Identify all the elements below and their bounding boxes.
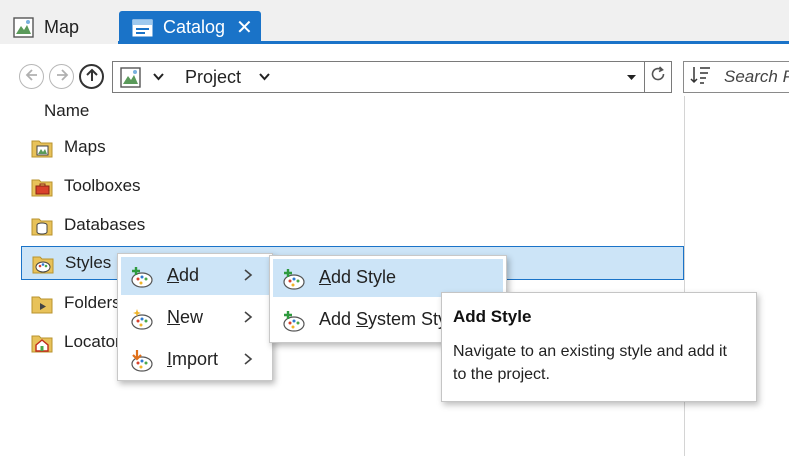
tree-item-label: Styles (65, 253, 112, 272)
close-icon[interactable]: ✕ (236, 18, 253, 38)
styles-folder-icon (32, 254, 54, 274)
context-menu: Add New Import (117, 253, 273, 381)
import-style-icon (130, 350, 154, 372)
tab-catalog[interactable]: Catalog ✕ (119, 11, 261, 44)
location-bar[interactable]: Project (112, 61, 645, 93)
tree-item-label: Databases (64, 215, 146, 234)
chevron-right-icon (243, 263, 253, 292)
tree-item-toolboxes[interactable]: Toolboxes (21, 170, 684, 204)
menu-item-label: Add (167, 265, 200, 285)
search-input[interactable]: Search P (716, 61, 789, 93)
column-header-name[interactable]: Name (44, 101, 89, 121)
pane-divider[interactable] (684, 96, 685, 456)
add-style-icon (282, 268, 306, 290)
new-style-icon (130, 308, 154, 330)
refresh-button[interactable] (645, 61, 672, 93)
tree-item-label: Maps (64, 137, 106, 156)
menu-item-label: Add Style (319, 267, 397, 287)
forward-button[interactable] (49, 64, 74, 89)
locators-folder-icon (31, 333, 53, 353)
chevron-down-icon[interactable] (152, 66, 165, 90)
catalog-icon (132, 17, 153, 38)
tab-strip: Map Catalog ✕ (0, 0, 789, 44)
project-map-icon (120, 67, 141, 88)
tree-item-label: Toolboxes (64, 176, 141, 195)
chevron-right-icon (243, 305, 253, 334)
chevron-right-icon (243, 347, 253, 376)
tab-map[interactable]: Map (0, 11, 118, 44)
add-style-icon (130, 266, 154, 288)
chevron-down-icon[interactable] (258, 66, 271, 90)
map-icon (13, 17, 34, 38)
tab-map-label: Map (44, 17, 80, 37)
add-system-style-icon (282, 310, 306, 332)
tree-item-label: Folders (64, 293, 121, 312)
menu-item-label: Add System Style (319, 309, 462, 329)
tree-item-maps[interactable]: Maps (21, 131, 684, 165)
menu-item-label: Import (167, 349, 219, 369)
databases-folder-icon (31, 216, 53, 236)
tab-catalog-label: Catalog (163, 17, 226, 37)
sort-button[interactable] (683, 61, 717, 93)
folders-folder-icon (31, 294, 53, 314)
menu-item-import[interactable]: Import (121, 341, 269, 379)
sort-icon (689, 65, 711, 90)
tooltip-title: Add Style (453, 307, 532, 326)
refresh-icon (649, 65, 667, 89)
maps-folder-icon (31, 138, 53, 158)
menu-item-label: New (167, 307, 204, 327)
menu-item-new[interactable]: New (121, 299, 269, 337)
arrow-up-icon (85, 68, 99, 86)
back-button[interactable] (19, 64, 44, 89)
tree-item-databases[interactable]: Databases (21, 209, 684, 243)
arrow-right-icon (55, 68, 69, 85)
menu-item-add[interactable]: Add (121, 257, 269, 295)
tooltip: Add Style Navigate to an existing style … (441, 292, 757, 402)
location-text: Project (185, 67, 242, 87)
dropdown-arrow-icon[interactable] (626, 68, 637, 89)
toolboxes-folder-icon (31, 177, 53, 197)
tooltip-body: Navigate to an existing style and add it… (453, 343, 727, 383)
up-button[interactable] (79, 64, 104, 89)
arrow-left-icon (25, 68, 39, 85)
